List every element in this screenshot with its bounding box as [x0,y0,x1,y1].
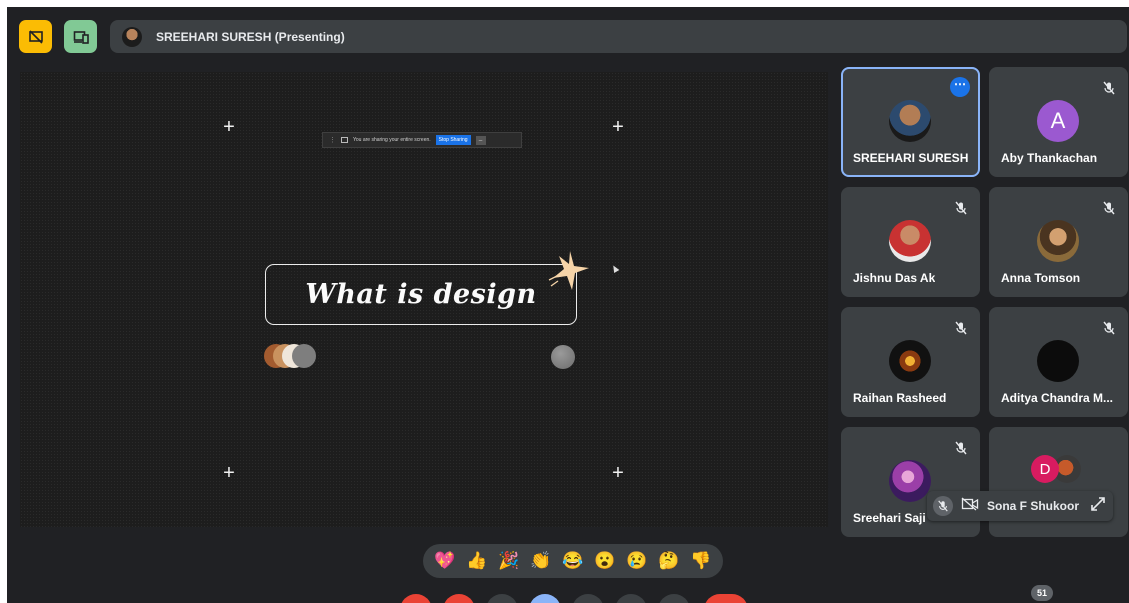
participant-name: Jishnu Das Ak [853,271,936,285]
camera-toggle-button[interactable] [443,594,475,603]
presenter-avatar [122,26,142,47]
reactions-bar: 💖 👍 🎉 👏 😂 😮 😢 🤔 👎 [423,544,723,578]
self-view-pill[interactable]: Sona F Shukoor [927,491,1113,521]
plus-mark: + [223,462,235,484]
screen-share-icon [341,137,348,143]
mic-off-icon [952,439,970,457]
presenter-bar[interactable]: SREEHARI SURESH (Presenting) [110,20,1127,53]
shared-screen: + + + + ⋮ You are sharing your entire sc… [20,72,828,527]
reaction-party[interactable]: 🎉 [498,551,519,571]
participant-tile-anna-tomson[interactable]: Anna Tomson [989,187,1128,297]
presenter-label: SREEHARI SURESH (Presenting) [156,29,345,44]
mic-off-icon [952,319,970,337]
screen-share-notice: ⋮ You are sharing your entire screen. St… [322,132,522,148]
avatar [889,220,931,262]
minimize-button[interactable]: _ [475,135,486,145]
plus-mark: + [612,462,624,484]
mic-off-icon [1100,79,1118,97]
devices-icon [73,30,89,44]
participant-tile-jishnu-das-ak[interactable]: Jishnu Das Ak [841,187,980,297]
reaction-heart[interactable]: 💖 [434,551,455,571]
captions-button[interactable] [486,594,518,603]
mic-off-icon [952,199,970,217]
reaction-surprised[interactable]: 😮 [594,551,615,571]
participant-name: Anna Tomson [1001,271,1081,285]
slide-title-box: What is design [265,264,577,325]
color-dot [292,344,316,368]
participant-name: Sreehari Saji [853,511,926,525]
self-name: Sona F Shukoor [987,499,1080,513]
reaction-thumbs-down[interactable]: 👎 [690,551,711,571]
camera-off-icon[interactable] [961,497,979,516]
drag-handle-icon[interactable]: ⋮ [329,136,336,144]
leave-call-button[interactable] [704,594,748,603]
participant-name: Aditya Chandra M... [1001,391,1114,405]
avatar: A [1037,100,1079,142]
participant-tile-sreehari-suresh[interactable]: ⋯ SREEHARI SURESH [841,67,980,177]
present-button[interactable] [572,594,604,603]
participant-name: Aby Thankachan [1001,151,1098,165]
presentation-off-icon [28,29,43,44]
avatar [1037,340,1079,382]
cursor-icon [610,263,620,274]
avatar [889,100,931,142]
mic-off-icon [1100,199,1118,217]
mic-toggle-button[interactable] [400,594,432,603]
participant-tile-aby-thankachan[interactable]: A Aby Thankachan [989,67,1128,177]
devices-button[interactable] [64,20,97,53]
participant-count-badge[interactable]: 51 [1031,585,1053,601]
more-options-button[interactable]: ⋯ [950,77,970,97]
participant-tile-raihan-rasheed[interactable]: Raihan Rasheed [841,307,980,417]
raise-hand-button[interactable] [615,594,647,603]
reaction-thinking[interactable]: 🤔 [658,551,679,571]
meet-window: SREEHARI SURESH (Presenting) + + + + ⋮ Y… [7,7,1129,603]
participant-name: Raihan Rasheed [853,391,947,405]
avatar: D [1031,455,1059,483]
participant-name: SREEHARI SURESH [853,151,969,165]
mic-off-icon [1100,319,1118,337]
presentation-toggle-button[interactable] [19,20,52,53]
reaction-thumbs-up[interactable]: 👍 [466,551,487,571]
reaction-clap[interactable]: 👏 [530,551,551,571]
plus-mark: + [223,116,235,138]
mic-off-icon[interactable] [933,496,953,516]
reaction-laugh[interactable]: 😂 [562,551,583,571]
color-dots [264,344,316,368]
more-options-button[interactable] [658,594,690,603]
slide-title: What is design [305,279,537,310]
avatar [1037,220,1079,262]
sparkle-icon [548,251,589,290]
avatar [889,460,931,502]
grey-dot [551,345,575,369]
avatar [889,340,931,382]
reactions-button[interactable] [529,594,561,603]
stop-sharing-button[interactable]: Stop Sharing [435,135,471,145]
reaction-sad[interactable]: 😢 [626,551,647,571]
expand-icon[interactable] [1091,496,1105,516]
share-notice-text: You are sharing your entire screen. [353,137,431,143]
participant-tile-aditya-chandra[interactable]: Aditya Chandra M... [989,307,1128,417]
plus-mark: + [612,116,624,138]
